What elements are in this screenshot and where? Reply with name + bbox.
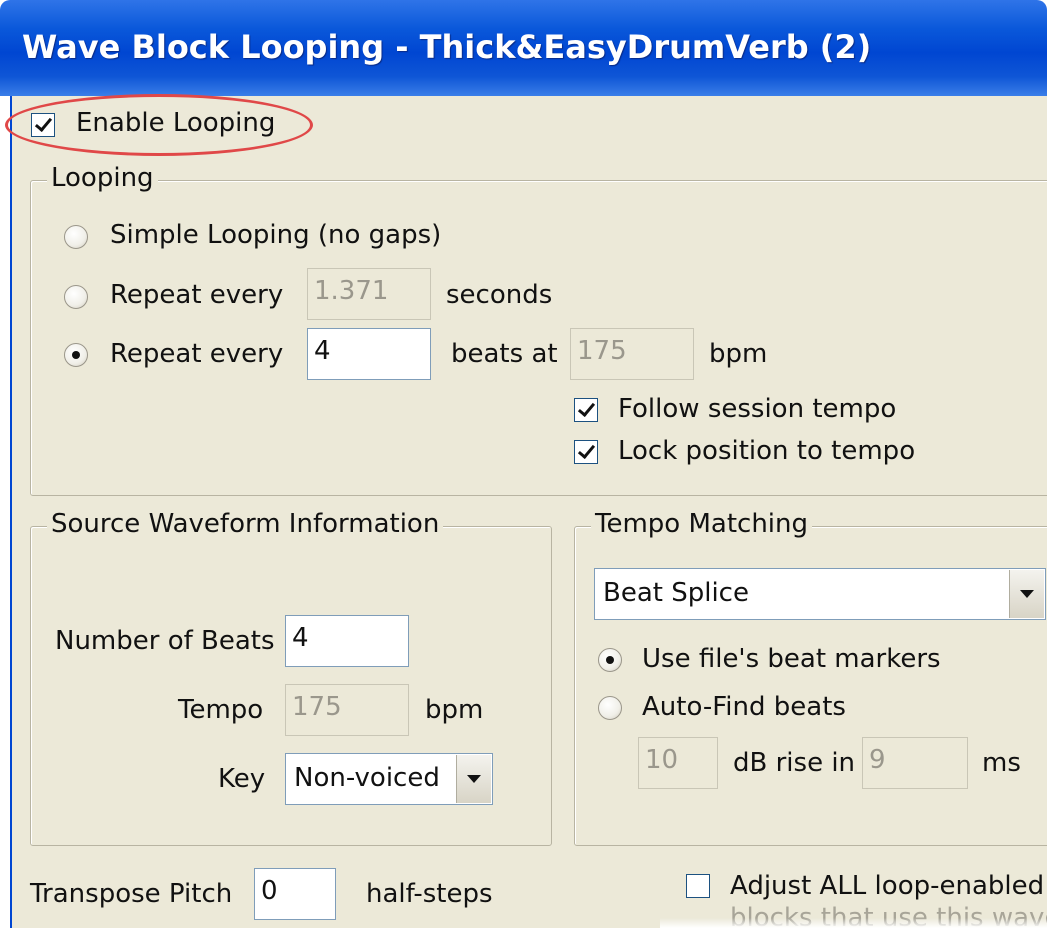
- tempo-matching-group-title: Tempo Matching: [591, 509, 813, 539]
- bottom-fade: [660, 918, 1047, 928]
- tempo-input[interactable]: 175: [285, 684, 409, 736]
- use-beat-markers-radio[interactable]: [598, 648, 622, 672]
- key-select-value: Non-voiced: [294, 763, 440, 793]
- adjust-all-checkbox[interactable]: [686, 874, 710, 898]
- key-dropdown-arrow-icon[interactable]: [456, 755, 491, 803]
- beats-at-label: beats at: [451, 339, 558, 369]
- ms-input[interactable]: 9: [862, 737, 968, 789]
- repeat-beats-radio[interactable]: [64, 343, 88, 367]
- repeat-bpm-input[interactable]: 175: [570, 328, 694, 380]
- window-title: Wave Block Looping - Thick&EasyDrumVerb …: [22, 28, 872, 66]
- repeat-beats-input[interactable]: 4: [307, 328, 431, 380]
- ms-unit-label: ms: [982, 748, 1021, 778]
- seconds-unit-label: seconds: [446, 280, 553, 310]
- transpose-pitch-label: Transpose Pitch: [30, 879, 233, 909]
- follow-session-tempo-label[interactable]: Follow session tempo: [618, 394, 896, 424]
- number-of-beats-input[interactable]: 4: [285, 615, 409, 667]
- key-label: Key: [218, 764, 266, 794]
- tempo-matching-value: Beat Splice: [603, 578, 749, 608]
- transpose-pitch-input[interactable]: 0: [254, 868, 336, 920]
- db-rise-label: dB rise in: [733, 748, 856, 778]
- tempo-label: Tempo: [178, 695, 264, 725]
- auto-find-beats-label[interactable]: Auto-Find beats: [642, 692, 846, 722]
- repeat-seconds-input[interactable]: 1.371: [307, 268, 431, 320]
- looping-group-title: Looping: [47, 163, 158, 193]
- use-beat-markers-label[interactable]: Use file's beat markers: [642, 644, 941, 674]
- repeat-seconds-radio[interactable]: [64, 285, 88, 309]
- follow-session-tempo-checkbox[interactable]: [574, 398, 598, 422]
- repeat-seconds-label[interactable]: Repeat every: [110, 280, 283, 310]
- half-steps-label: half-steps: [366, 879, 493, 909]
- lock-position-checkbox[interactable]: [574, 440, 598, 464]
- tempo-matching-dropdown-arrow-icon[interactable]: [1009, 570, 1044, 618]
- tempo-matching-select[interactable]: Beat Splice: [594, 568, 1046, 620]
- simple-looping-label[interactable]: Simple Looping (no gaps): [110, 220, 441, 250]
- number-of-beats-label: Number of Beats: [55, 626, 275, 656]
- key-select[interactable]: Non-voiced: [285, 753, 493, 805]
- repeat-beats-label[interactable]: Repeat every: [110, 339, 283, 369]
- title-bar[interactable]: Wave Block Looping - Thick&EasyDrumVerb …: [0, 0, 1047, 96]
- tempo-bpm-unit: bpm: [425, 695, 484, 725]
- wave-block-looping-dialog: Wave Block Looping - Thick&EasyDrumVerb …: [0, 0, 1047, 928]
- lock-position-label[interactable]: Lock position to tempo: [618, 436, 915, 466]
- highlight-ring: [5, 94, 313, 156]
- adjust-all-label[interactable]: Adjust ALL loop-enabled: [730, 871, 1044, 901]
- bpm-unit-label: bpm: [709, 339, 768, 369]
- auto-find-beats-radio[interactable]: [598, 696, 622, 720]
- source-waveform-group-title: Source Waveform Information: [47, 509, 444, 539]
- db-rise-input[interactable]: 10: [638, 737, 718, 789]
- simple-looping-radio[interactable]: [64, 225, 88, 249]
